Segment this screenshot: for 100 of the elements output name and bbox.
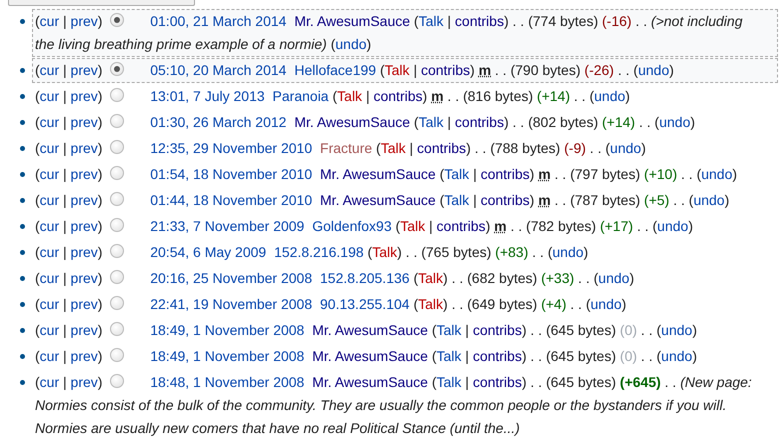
user-link[interactable]: Mr. AwesumSauce [294, 13, 410, 29]
user-tool-links[interactable]: (Talk | contribs) [432, 348, 527, 364]
undo-link[interactable]: (undo) [656, 348, 697, 364]
revision-date-link[interactable]: 21:33, 7 November 2009 [150, 218, 304, 234]
undo-link[interactable]: (undo) [586, 296, 626, 312]
revision-radio[interactable] [110, 218, 124, 232]
revision-radio[interactable] [110, 374, 124, 388]
user-link[interactable]: Fracture [320, 140, 372, 156]
undo-link[interactable]: (undo) [605, 140, 646, 156]
undo-link[interactable]: (undo) [654, 114, 696, 130]
user-link[interactable]: Mr. AwesumSauce [320, 192, 436, 208]
undo-link[interactable]: (undo) [656, 322, 697, 338]
user-tool-links[interactable]: (Talk) [413, 270, 448, 286]
revision-date-link[interactable]: 05:10, 20 March 2014 [150, 62, 286, 78]
revision-date-link[interactable]: 22:41, 19 November 2008 [150, 296, 312, 312]
user-link[interactable]: Mr. AwesumSauce [312, 322, 428, 338]
revision-radio[interactable] [110, 270, 124, 284]
user-tool-links[interactable]: (Talk | contribs) [440, 166, 534, 182]
bullet-icon [20, 354, 25, 359]
user-tool-links[interactable]: (Talk | contribs) [432, 322, 527, 338]
byte-size: (765 bytes) [421, 244, 492, 260]
revision-radio[interactable] [110, 114, 124, 128]
user-link[interactable]: Paranoia [272, 88, 329, 104]
size-change: (+5) [644, 192, 670, 208]
diff-links[interactable]: (cur | prev) [35, 322, 102, 338]
revision-radio[interactable] [110, 88, 124, 102]
revision-radio[interactable] [110, 322, 124, 336]
diff-links[interactable]: (cur | prev) [35, 88, 102, 104]
user-link[interactable]: Mr. AwesumSauce [312, 348, 428, 364]
revision-radio[interactable] [110, 140, 124, 154]
undo-link[interactable]: (undo) [330, 36, 372, 52]
user-link[interactable]: Goldenfox93 [312, 218, 392, 234]
user-tool-links[interactable]: (Talk | contribs) [440, 192, 534, 208]
user-link[interactable]: 90.13.255.104 [320, 296, 410, 312]
compare-button[interactable] [8, 0, 195, 6]
diff-links[interactable]: (cur | prev) [35, 244, 102, 260]
user-tool-links[interactable]: (Talk | contribs) [376, 140, 471, 156]
diff-links[interactable]: (cur | prev) [35, 218, 102, 234]
revision-radio[interactable] [110, 296, 124, 310]
user-tool-links[interactable]: (Talk | contribs) [380, 62, 475, 78]
revision-radio[interactable] [110, 13, 124, 27]
edit-summary: (>not including [651, 13, 742, 29]
revision-date-link[interactable]: 13:01, 7 July 2013 [150, 88, 265, 104]
diff-links[interactable]: (cur | prev) [35, 348, 102, 364]
user-tool-links[interactable]: (Talk) [368, 244, 402, 260]
byte-size: (682 bytes) [467, 270, 538, 286]
revision-date-link[interactable]: 12:35, 29 November 2010 [150, 140, 312, 156]
edit-summary: Normies consist of the bulk of the community. They are usually the common people or the bystanders if you will. [35, 397, 727, 413]
user-tool-links[interactable]: (Talk | contribs) [432, 374, 527, 390]
byte-size: (782 bytes) [526, 218, 596, 234]
user-tool-links[interactable]: (Talk | contribs) [396, 218, 490, 234]
diff-links[interactable]: (cur | prev) [35, 114, 102, 130]
separator-dots: . . [532, 244, 544, 260]
minor-edit-mark: m [494, 218, 507, 234]
revision-date-link[interactable]: 01:54, 18 November 2010 [150, 166, 312, 182]
diff-links[interactable]: (cur | prev) [35, 270, 102, 286]
revision-date-link[interactable]: 20:54, 6 May 2009 [150, 244, 266, 260]
revision-date-link[interactable]: 01:30, 26 March 2012 [150, 114, 286, 130]
separator-dots: . . [474, 140, 486, 156]
user-link[interactable]: Mr. AwesumSauce [320, 166, 436, 182]
diff-links[interactable]: (cur | prev) [35, 192, 102, 208]
user-tool-links[interactable]: (Talk | contribs) [414, 114, 509, 130]
revision-date-link[interactable]: 18:49, 1 November 2008 [150, 348, 304, 364]
undo-link[interactable]: (undo) [589, 88, 630, 104]
revision-radio[interactable] [110, 244, 124, 258]
undo-link[interactable]: (undo) [688, 192, 730, 208]
revision-radio[interactable] [110, 166, 124, 180]
separator-dots: . . [554, 192, 566, 208]
revision-radio[interactable] [110, 348, 124, 362]
diff-links[interactable]: (cur | prev) [35, 62, 102, 78]
revision-date-link[interactable]: 01:00, 21 March 2014 [150, 13, 286, 29]
undo-link[interactable]: (undo) [652, 218, 693, 234]
undo-link[interactable]: (undo) [594, 270, 634, 286]
separator-dots: . . [530, 374, 542, 390]
user-tool-links[interactable]: (Talk | contribs) [414, 13, 509, 29]
undo-link[interactable]: (undo) [548, 244, 588, 260]
diff-links[interactable]: (cur | prev) [35, 296, 102, 312]
user-link[interactable]: Helloface199 [294, 62, 376, 78]
byte-size: (802 bytes) [528, 114, 598, 130]
undo-link[interactable]: (undo) [633, 62, 674, 78]
user-link[interactable]: Mr. AwesumSauce [294, 114, 410, 130]
user-link[interactable]: Mr. AwesumSauce [312, 374, 428, 390]
user-tool-links[interactable]: (Talk) [413, 296, 448, 312]
diff-links[interactable]: (cur | prev) [35, 13, 102, 29]
diff-links[interactable]: (cur | prev) [35, 374, 102, 390]
separator-dots: . . [530, 322, 542, 338]
user-tool-links[interactable]: (Talk | contribs) [332, 88, 428, 104]
undo-link[interactable]: (undo) [696, 166, 738, 182]
user-link[interactable]: 152.8.216.198 [274, 244, 364, 260]
revision-date-link[interactable]: 20:16, 25 November 2008 [150, 270, 312, 286]
revision-radio[interactable] [110, 62, 124, 76]
diff-links[interactable]: (cur | prev) [35, 166, 102, 182]
separator-dots: . . [640, 348, 653, 364]
revision-radio[interactable] [110, 192, 124, 206]
size-change: (0) [620, 348, 638, 364]
diff-links[interactable]: (cur | prev) [35, 140, 102, 156]
revision-date-link[interactable]: 18:48, 1 November 2008 [150, 374, 304, 390]
revision-date-link[interactable]: 18:49, 1 November 2008 [150, 322, 304, 338]
user-link[interactable]: 152.8.205.136 [320, 270, 410, 286]
revision-date-link[interactable]: 01:44, 18 November 2010 [150, 192, 312, 208]
